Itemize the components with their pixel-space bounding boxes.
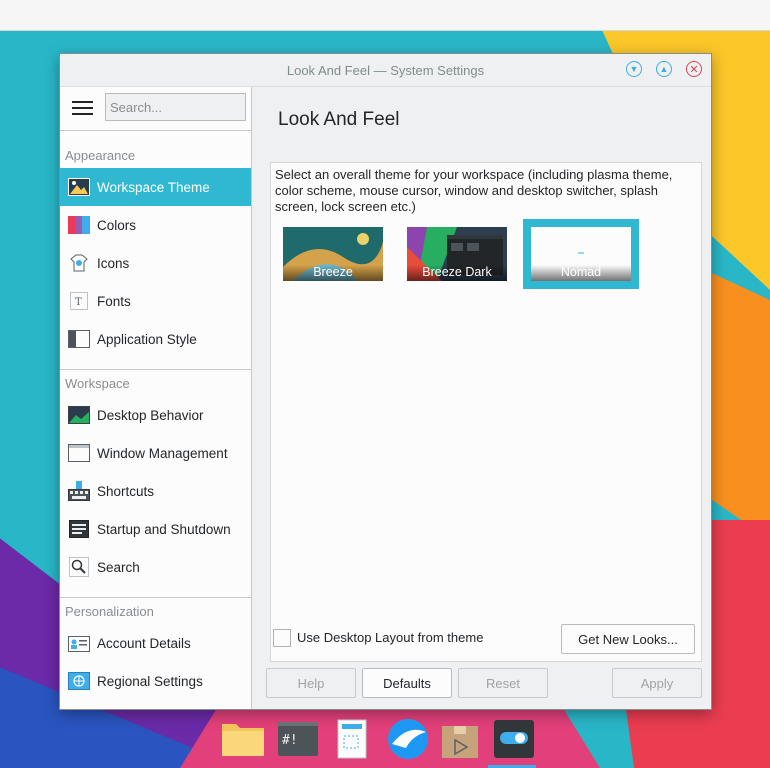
sidebar-item-label: Workspace Theme	[97, 179, 210, 195]
background-window-edge	[0, 0, 770, 31]
sidebar-item-icons[interactable]: Icons	[60, 244, 251, 282]
application-style-icon	[68, 329, 90, 349]
screenshot-tool-icon[interactable]	[334, 718, 378, 760]
workspace-theme-icon	[68, 177, 90, 197]
theme-description: Select an overall theme for your workspa…	[275, 167, 673, 214]
sidebar-item-label: Fonts	[97, 293, 131, 309]
theme-nomad[interactable]: Nomad	[523, 219, 639, 289]
window-title: Look And Feel — System Settings	[286, 63, 485, 78]
sidebar-item-label: Window Management	[97, 445, 228, 461]
main-content: Look And Feel Select an overall theme fo…	[252, 87, 711, 709]
maximize-icon: ▲	[659, 64, 669, 74]
sidebar-item-shortcuts[interactable]: Shortcuts	[60, 472, 251, 510]
regional-settings-icon	[68, 671, 90, 691]
sidebar-header-workspace: Workspace	[65, 376, 130, 391]
sidebar-header-appearance: Appearance	[65, 148, 136, 163]
theme-panel: Select an overall theme for your workspa…	[270, 162, 702, 662]
fonts-icon: T	[68, 291, 90, 311]
startup-shutdown-icon	[68, 519, 90, 539]
nomad-preview-thumbnail: Nomad	[531, 227, 631, 281]
sidebar-item-label: Shortcuts	[97, 483, 155, 499]
taskbar: #!	[216, 712, 546, 768]
sidebar-item-window-management[interactable]: Window Management	[60, 434, 251, 472]
sidebar-item-label: Application Style	[97, 331, 197, 347]
system-settings-window: Look And Feel — System Settings ▼ ▲ ✕ Ap…	[59, 53, 712, 710]
package-installer-icon[interactable]	[440, 718, 484, 760]
hamburger-menu-icon[interactable]	[72, 101, 93, 115]
theme-breeze[interactable]: Breeze	[275, 219, 391, 289]
use-desktop-layout-checkbox[interactable]	[273, 629, 291, 647]
colors-icon	[68, 215, 90, 235]
sidebar-item-label: Icons	[97, 255, 130, 271]
theme-name: Breeze Dark	[407, 265, 507, 281]
sidebar-item-desktop-behavior[interactable]: Desktop Behavior	[60, 396, 251, 434]
sidebar: Appearance Workspace Theme Colors Icons …	[60, 87, 252, 709]
sidebar-item-workspace-theme[interactable]: Workspace Theme	[60, 168, 251, 206]
sidebar-header-personalization: Personalization	[65, 604, 154, 619]
maximize-button[interactable]: ▲	[656, 61, 672, 77]
breeze-preview-thumbnail: Breeze	[283, 227, 383, 281]
sidebar-item-search[interactable]: Search	[60, 548, 251, 586]
search-input[interactable]	[105, 93, 246, 121]
minimize-button[interactable]: ▼	[626, 61, 642, 77]
window-management-icon	[68, 443, 90, 463]
icons-icon	[68, 253, 90, 273]
account-details-icon	[68, 633, 90, 653]
minimize-icon: ▼	[629, 64, 639, 74]
close-button[interactable]: ✕	[686, 61, 702, 77]
system-settings-taskbar-icon[interactable]	[492, 718, 536, 760]
sidebar-item-label: Colors	[97, 217, 137, 233]
sidebar-item-label: Desktop Behavior	[97, 407, 204, 423]
breeze-dark-preview-thumbnail: Breeze Dark	[407, 227, 507, 281]
sidebar-item-startup-shutdown[interactable]: Startup and Shutdown	[60, 510, 251, 548]
sidebar-item-label: Startup and Shutdown	[97, 521, 231, 537]
file-manager-icon[interactable]	[220, 718, 264, 760]
close-icon: ✕	[689, 63, 699, 76]
theme-name: Breeze	[283, 265, 383, 281]
terminal-icon[interactable]: #!	[276, 718, 320, 760]
search-settings-icon	[68, 557, 90, 577]
sidebar-item-application-style[interactable]: Application Style	[60, 320, 251, 358]
use-desktop-layout-label: Use Desktop Layout from theme	[297, 630, 484, 645]
sidebar-item-label: Regional Settings	[97, 673, 203, 689]
sidebar-item-colors[interactable]: Colors	[60, 206, 251, 244]
svg-text:T: T	[75, 297, 82, 308]
sidebar-item-label: Account Details	[97, 635, 191, 651]
theme-breeze-dark[interactable]: Breeze Dark	[399, 219, 515, 289]
sidebar-item-account-details[interactable]: Account Details	[60, 624, 251, 662]
sidebar-item-regional-settings[interactable]: Regional Settings	[60, 662, 251, 700]
desktop-behavior-icon	[68, 405, 90, 425]
apply-button[interactable]: Apply	[612, 668, 702, 698]
theme-name: Nomad	[531, 265, 631, 281]
sidebar-item-fonts[interactable]: T Fonts	[60, 282, 251, 320]
help-button[interactable]: Help	[266, 668, 356, 698]
defaults-button[interactable]: Defaults	[362, 668, 452, 698]
page-title: Look And Feel	[278, 109, 400, 130]
reset-button[interactable]: Reset	[458, 668, 548, 698]
get-new-looks-button[interactable]: Get New Looks...	[561, 624, 695, 654]
svg-text:#!: #!	[282, 733, 298, 748]
window-titlebar[interactable]: Look And Feel — System Settings ▼ ▲ ✕	[60, 54, 711, 87]
discover-icon[interactable]	[386, 718, 430, 760]
shortcuts-icon	[68, 481, 90, 501]
sidebar-item-label: Search	[97, 559, 140, 575]
